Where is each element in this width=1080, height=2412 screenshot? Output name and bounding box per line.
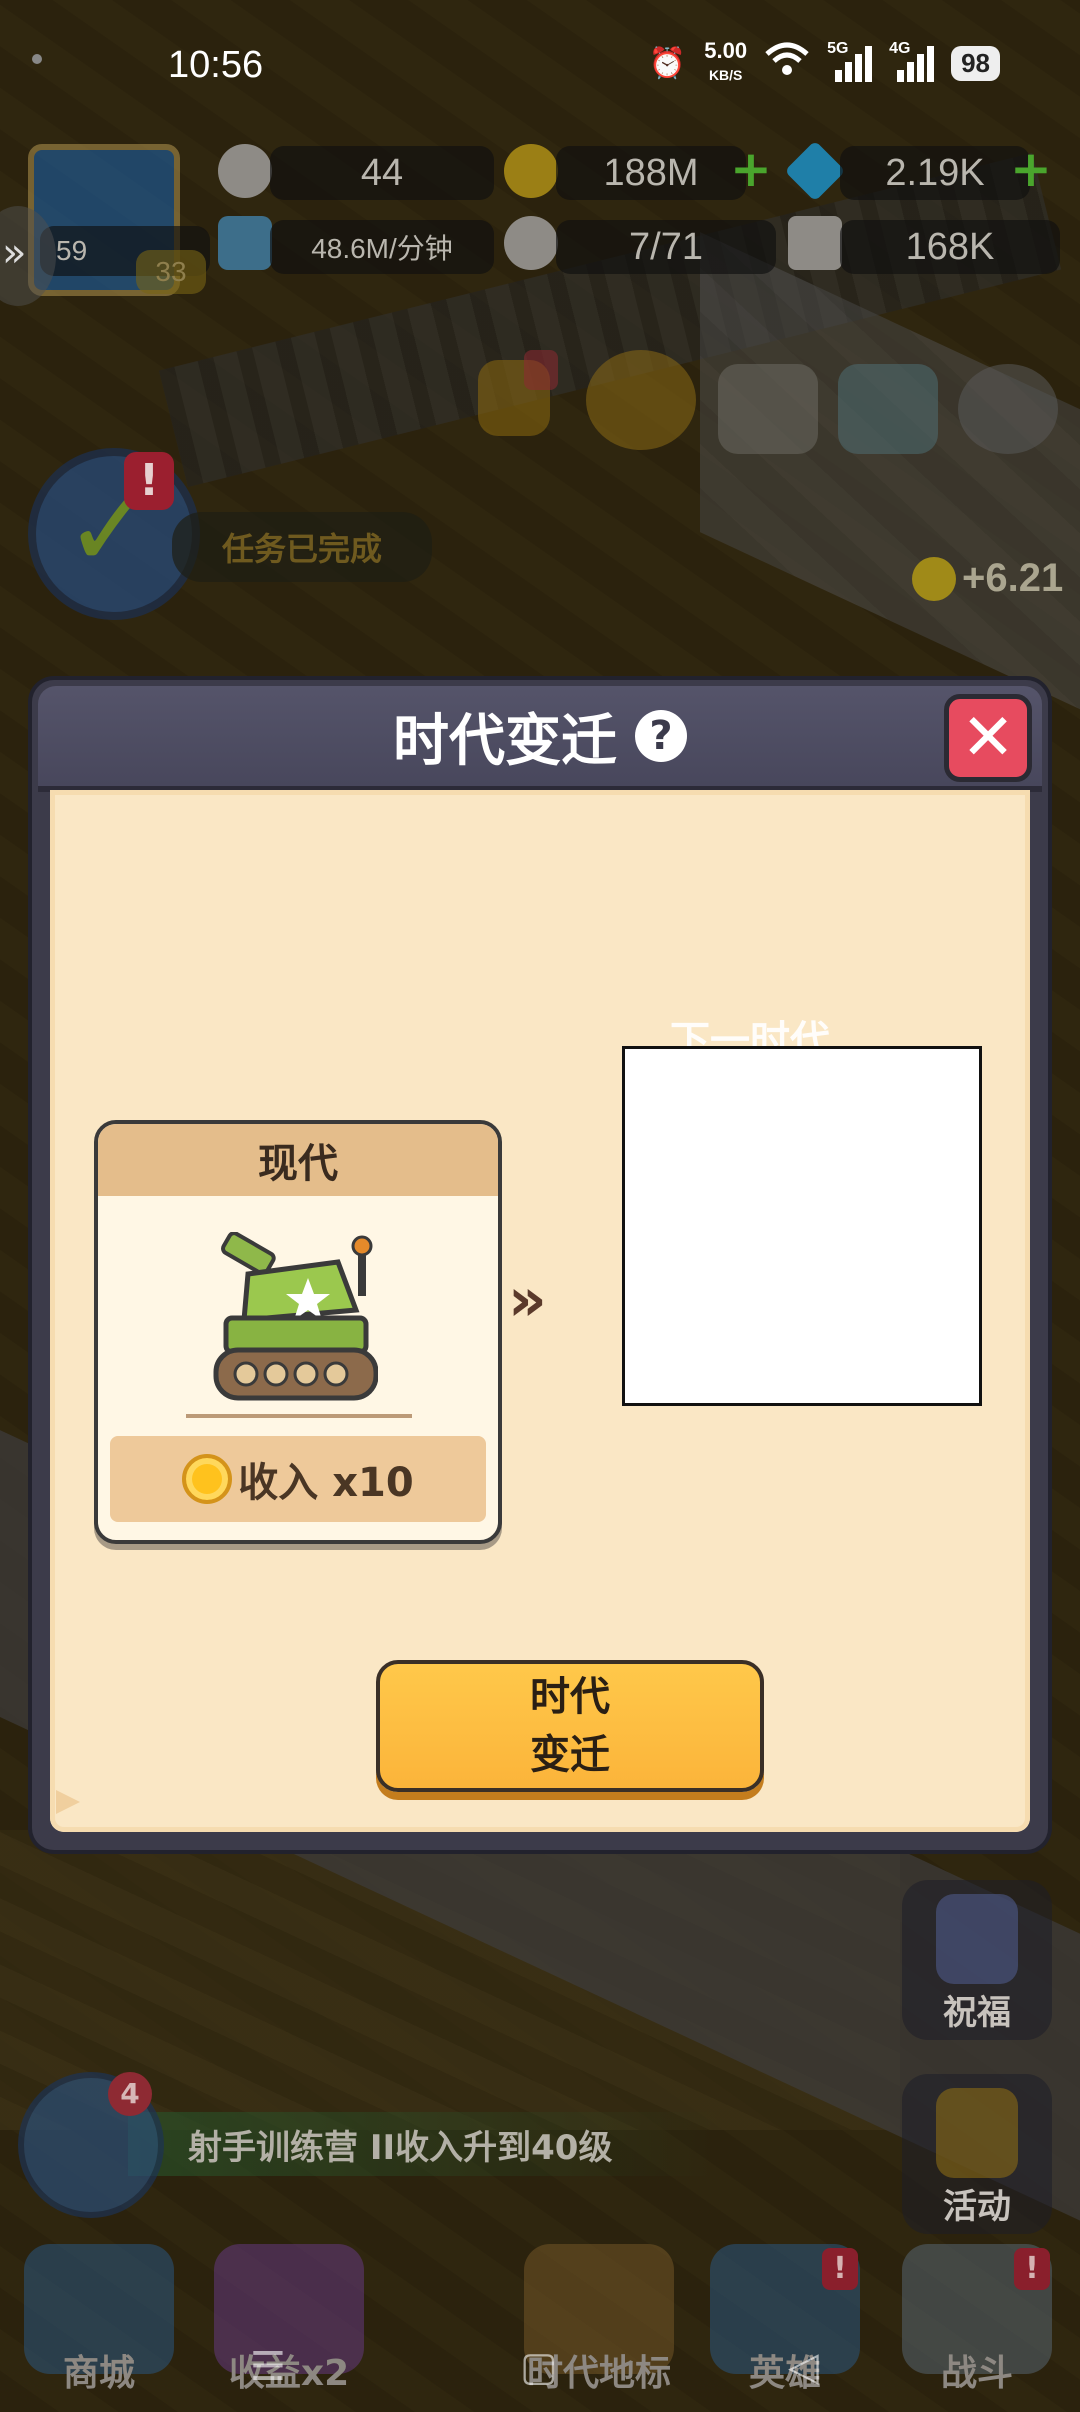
task-alert-badge: ! (124, 452, 174, 510)
quest-text: 射手训练营 II收入升到40级 (128, 2112, 718, 2176)
era-change-dialog: 时代变迁 ? ✕ 现代 收入 x10 » 下一时代 时代 变迁 (32, 680, 1048, 1850)
staff-face-icon (504, 216, 558, 270)
crossed-swords-icon (788, 216, 842, 270)
close-icon: ✕ (961, 701, 1015, 775)
double-chevron-right-icon: » (508, 1265, 547, 1335)
income-chart-icon (218, 216, 272, 270)
net-speed-value: 5.00 (704, 38, 748, 63)
dialog-header: 时代变迁 ? ✕ (38, 686, 1042, 792)
alarm-icon: ⏰ (648, 46, 687, 80)
task-status-label[interactable]: 任务已完成 (172, 512, 432, 582)
back-icon[interactable]: ◁ (788, 2344, 819, 2390)
current-era-card: 现代 收入 x10 (94, 1120, 502, 1544)
help-icon[interactable]: ? (635, 710, 687, 762)
calendar-icon[interactable] (718, 364, 818, 454)
signal-4g-icon: 4G (889, 40, 935, 82)
coin-icon (912, 556, 956, 601)
income-multiplier: 收入 x10 (110, 1436, 486, 1522)
advance-era-button[interactable]: 时代 变迁 (376, 1660, 764, 1792)
add-coins-plus-icon[interactable]: + (730, 140, 772, 198)
sim2-label: 4G (889, 40, 911, 57)
dialog-title-row: 时代变迁 ? (38, 686, 1042, 786)
system-nav-bar: ☰ ▢ ◁ (0, 2340, 1080, 2412)
income-multiplier-label: 收入 x10 (238, 1460, 414, 1506)
status-time: 10:56 (168, 44, 264, 86)
shop-stall-icon[interactable] (838, 364, 938, 454)
chef-count: 44 (270, 146, 494, 200)
wifi-icon (765, 42, 809, 84)
vip-icon[interactable] (586, 350, 696, 450)
activity-button[interactable]: 活动 (902, 2074, 1052, 2234)
top-feature-icons (478, 350, 1078, 470)
dialog-body: 现代 收入 x10 » 下一时代 时代 变迁 (50, 790, 1030, 1832)
power-amount: 168K (840, 220, 1060, 274)
staff-count: 7/71 (556, 220, 776, 274)
home-icon[interactable]: ▢ (520, 2344, 558, 2390)
gem-amount: 2.19K (840, 146, 1030, 200)
chef-hat-icon (218, 144, 272, 198)
net-speed-unit: KB/S (708, 67, 743, 83)
battle-alert-badge: ! (1014, 2248, 1050, 2290)
heroes-alert-badge: ! (822, 2248, 858, 2290)
card-divider (186, 1414, 412, 1418)
status-icons: ⏰ 5.00 KB/S 5G 4G 98 (649, 40, 1000, 86)
floating-coin-amount: +6.21 (962, 556, 1064, 600)
alert-badge (524, 350, 558, 390)
corner-decoration (56, 1790, 80, 1814)
resource-hud: 59 33 44 188M + 2.19K + 48.6M/分钟 7/71 16… (0, 130, 1080, 296)
menu-icon[interactable]: ☰ (250, 2344, 286, 2390)
gem-icon (784, 140, 846, 202)
status-bar: 10:56 ⏰ 5.00 KB/S 5G 4G 98 (0, 0, 1080, 130)
income-rate: 48.6M/分钟 (270, 220, 494, 274)
coin-amount: 188M (556, 146, 746, 200)
add-gems-plus-icon[interactable]: + (1010, 140, 1052, 198)
net-speed: 5.00 KB/S (704, 40, 747, 86)
signal-5g-icon: 5G (827, 40, 873, 82)
camera-dot (32, 54, 42, 64)
battery-indicator: 98 (951, 45, 1000, 81)
blessing-label: 祝福 (943, 1993, 1011, 2033)
blessing-button[interactable]: 祝福 (902, 1880, 1052, 2040)
quest-count-badge: 4 (108, 2072, 152, 2116)
angel-wings-icon (936, 1894, 1018, 1984)
tank-icon (213, 1232, 378, 1401)
coin-icon (182, 1454, 233, 1504)
dialog-title: 时代变迁 (393, 708, 617, 774)
quest-tracker[interactable]: 射手训练营 II收入升到40级 4 (18, 2072, 718, 2218)
building-roof (700, 232, 1080, 728)
crown-shield-icon (936, 2088, 1018, 2178)
current-era-name: 现代 (98, 1124, 498, 1196)
floating-coin-gain: +6.21 (912, 556, 1063, 601)
next-era-card-placeholder (622, 1046, 982, 1406)
gear-icon[interactable] (958, 364, 1058, 454)
sim1-label: 5G (827, 40, 849, 57)
coin-icon (504, 144, 558, 198)
activity-label: 活动 (943, 2187, 1011, 2227)
close-button[interactable]: ✕ (944, 694, 1032, 782)
star-level: 33 (136, 250, 206, 294)
